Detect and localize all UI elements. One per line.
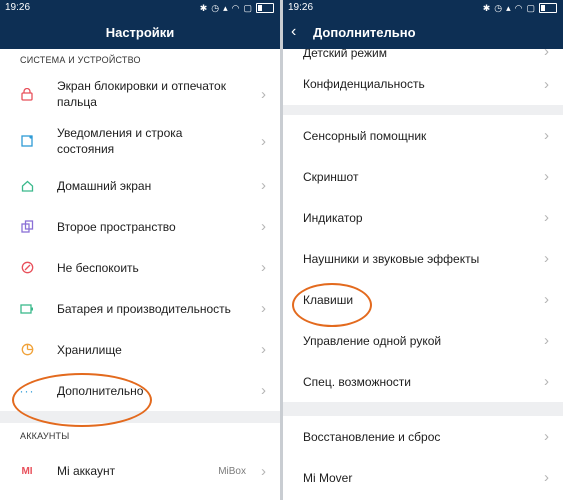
list-item-label: Уведомления и строка состояния <box>57 126 183 156</box>
notification-icon <box>20 134 34 148</box>
status-bar: 19:26 ✱ ◷ ▴ ◠ ▢ <box>283 0 563 17</box>
home-icon <box>20 179 34 193</box>
list-item-headphones[interactable]: Наушники и звуковые эффекты › <box>283 238 563 279</box>
list-item-label: Не беспокоить <box>57 260 139 275</box>
chevron-right-icon: › <box>544 49 549 60</box>
list-item-label: Mi Mover <box>303 470 353 485</box>
list-item-mi-account[interactable]: MI Mi аккаунт MiBox › <box>0 453 280 489</box>
list-item-battery[interactable]: Батарея и производительность › <box>0 288 280 329</box>
list-item-label: Батарея и производительность <box>57 301 231 316</box>
list-item-label: Детский режим <box>303 49 387 60</box>
list-item-label: Хранилище <box>57 342 122 357</box>
list-item-label: Наушники и звуковые эффекты <box>303 251 480 266</box>
chevron-right-icon: › <box>261 382 266 399</box>
status-icons: ✱ ◷ ▴ ◠ ▢ <box>483 2 557 14</box>
signal-icon: ▴ <box>506 3 511 13</box>
list-item-label: Восстановление и сброс <box>303 429 441 444</box>
list-item-label: Скриншот <box>303 169 359 184</box>
screenshot-pair: 19:26 ✱ ◷ ▴ ◠ ▢ Настройки СИСТЕМА И УСТР… <box>0 0 563 500</box>
list-item-label: Сенсорный помощник <box>303 128 427 143</box>
mi-icon: MI <box>21 465 33 477</box>
list-item-lock-screen[interactable]: Экран блокировки и отпечаток пальца › <box>0 71 280 117</box>
chevron-right-icon: › <box>261 259 266 276</box>
chevron-right-icon: › <box>544 291 549 308</box>
list-item-mi-mover[interactable]: Mi Mover › <box>283 457 563 498</box>
chevron-right-icon: › <box>544 428 549 445</box>
list-item-label: Спец. возможности <box>303 374 411 389</box>
list-item-privacy[interactable]: Конфиденциальность › <box>283 63 563 105</box>
list-item-label: Экран блокировки и отпечаток пальца <box>57 79 226 109</box>
alarm-icon: ◷ <box>494 3 503 13</box>
chevron-right-icon: › <box>544 332 549 349</box>
chevron-right-icon: › <box>544 373 549 390</box>
back-arrow-icon[interactable]: ‹ <box>291 23 296 41</box>
wifi-icon: ◠ <box>514 3 523 13</box>
chevron-right-icon: › <box>544 168 549 185</box>
section-separator <box>283 402 563 416</box>
page-title: Дополнительно <box>313 25 416 40</box>
alarm-icon: ◷ <box>211 3 220 13</box>
highlight-circle <box>292 283 372 327</box>
signal-icon: ▴ <box>223 3 228 13</box>
do-not-disturb-icon <box>20 261 34 275</box>
chevron-right-icon: › <box>544 127 549 144</box>
sim-icon: ▢ <box>243 3 252 13</box>
list-item-screenshot[interactable]: Скриншот › <box>283 156 563 197</box>
status-icons: ✱ ◷ ▴ ◠ ▢ <box>200 2 274 14</box>
list-item-storage[interactable]: Хранилище › <box>0 329 280 370</box>
chevron-right-icon: › <box>261 85 266 103</box>
section-separator <box>283 105 563 115</box>
chevron-right-icon: › <box>261 300 266 317</box>
status-time: 19:26 <box>288 2 314 13</box>
settings-screen: 19:26 ✱ ◷ ▴ ◠ ▢ Настройки СИСТЕМА И УСТР… <box>0 0 280 500</box>
highlight-circle <box>12 373 152 427</box>
section-header-accounts: АККАУНТЫ <box>20 431 70 441</box>
bluetooth-icon: ✱ <box>482 3 491 13</box>
page-title: Настройки <box>105 25 175 40</box>
list-item-label: Домашний экран <box>57 178 152 193</box>
section-header-system: СИСТЕМА И УСТРОЙСТВО <box>20 55 141 65</box>
lock-icon <box>20 87 34 101</box>
header: Настройки <box>0 17 280 49</box>
list-item-label: Индикатор <box>303 210 363 225</box>
list-item-label: Управление одной рукой <box>303 333 442 348</box>
account-value: MiBox <box>218 465 246 477</box>
list-item-label: Второе пространство <box>57 219 176 234</box>
sim-icon: ▢ <box>526 3 535 13</box>
list-item-label: Mi аккаунт <box>57 464 116 478</box>
list-item-kids-mode[interactable]: Детский режим › <box>283 49 563 63</box>
battery-icon <box>539 3 557 13</box>
wifi-icon: ◠ <box>231 3 240 13</box>
bluetooth-icon: ✱ <box>199 3 208 13</box>
status-bar: 19:26 ✱ ◷ ▴ ◠ ▢ <box>0 0 280 17</box>
list-item-notifications[interactable]: Уведомления и строка состояния › <box>0 117 280 165</box>
chevron-right-icon: › <box>261 177 266 194</box>
chevron-right-icon: › <box>261 132 266 150</box>
storage-icon <box>20 343 34 357</box>
list-item-home-screen[interactable]: Домашний экран › <box>0 165 280 206</box>
chevron-right-icon: › <box>261 218 266 235</box>
header: ‹ Дополнительно <box>283 17 563 49</box>
list-item-label: Конфиденциальность <box>303 77 425 91</box>
list-item-second-space[interactable]: Второе пространство › <box>0 206 280 247</box>
list-item-accessibility[interactable]: Спец. возможности › <box>283 361 563 402</box>
list-item-backup-reset[interactable]: Восстановление и сброс › <box>283 416 563 457</box>
chevron-right-icon: › <box>544 250 549 267</box>
chevron-right-icon: › <box>544 209 549 226</box>
list-item-indicator[interactable]: Индикатор › <box>283 197 563 238</box>
second-space-icon <box>20 220 34 234</box>
list-item-do-not-disturb[interactable]: Не беспокоить › <box>0 247 280 288</box>
battery-icon <box>256 3 274 13</box>
chevron-right-icon: › <box>261 462 266 480</box>
chevron-right-icon: › <box>544 469 549 486</box>
battery-settings-icon <box>20 302 34 316</box>
chevron-right-icon: › <box>261 341 266 358</box>
list-item-touch-assistant[interactable]: Сенсорный помощник › <box>283 115 563 156</box>
status-time: 19:26 <box>5 2 31 13</box>
chevron-right-icon: › <box>544 75 549 93</box>
additional-settings-screen: 19:26 ✱ ◷ ▴ ◠ ▢ ‹ Дополнительно Детский … <box>283 0 563 500</box>
